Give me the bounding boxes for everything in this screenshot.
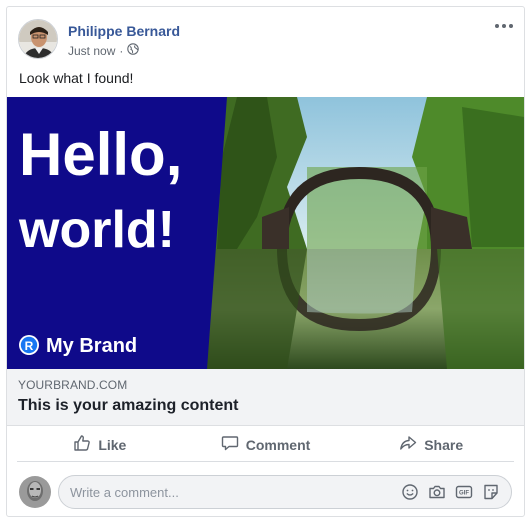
headline-line2: world! [18,201,175,259]
thumbs-up-icon [73,434,91,455]
link-meta[interactable]: YOURBRAND.COM This is your amazing conte… [7,369,524,426]
dot-icon [509,24,513,28]
dot-icon [495,24,499,28]
svg-text:GIF: GIF [459,491,469,497]
camera-icon[interactable] [427,482,447,502]
like-label: Like [98,436,127,453]
sticker-icon[interactable] [481,482,501,502]
composer-icons: GIF [400,482,511,502]
gif-icon[interactable]: GIF [454,482,474,502]
right-forest-dark [462,107,524,247]
dot-icon [502,24,506,28]
post-text: Look what I found! [19,70,134,86]
author-name[interactable]: Philippe Bernard [68,23,180,39]
share-label: Share [424,436,464,453]
emoji-icon[interactable] [400,482,420,502]
forest-reflection-right [437,249,524,369]
meta-separator: · [119,43,124,58]
share-button[interactable]: Share [348,428,514,461]
author-avatar[interactable] [18,19,58,59]
globe-icon[interactable] [127,43,140,58]
comment-composer: GIF [58,475,512,509]
brand-logo-letter: R [25,339,34,353]
link-preview-image[interactable]: Hello, world! R My Brand [7,97,524,369]
post-card: Philippe Bernard Just now · Look what I … [6,6,525,517]
like-button[interactable]: Like [17,428,183,461]
headline-line1: Hello, [19,121,182,188]
commenter-avatar[interactable] [19,476,51,508]
more-options-button[interactable] [494,19,514,33]
comment-icon [221,434,239,455]
sky-reflection [307,249,417,314]
brand-name: My Brand [46,335,137,357]
link-title: This is your amazing content [18,397,239,414]
share-icon [399,434,417,455]
comment-button[interactable]: Comment [183,428,349,461]
comment-label: Comment [245,436,311,453]
post-meta: Just now · [68,43,140,58]
action-bar: Like Comment Share [17,428,514,462]
comment-input[interactable] [70,484,400,500]
link-domain: YOURBRAND.COM [18,378,128,392]
timestamp[interactable]: Just now [68,44,115,58]
